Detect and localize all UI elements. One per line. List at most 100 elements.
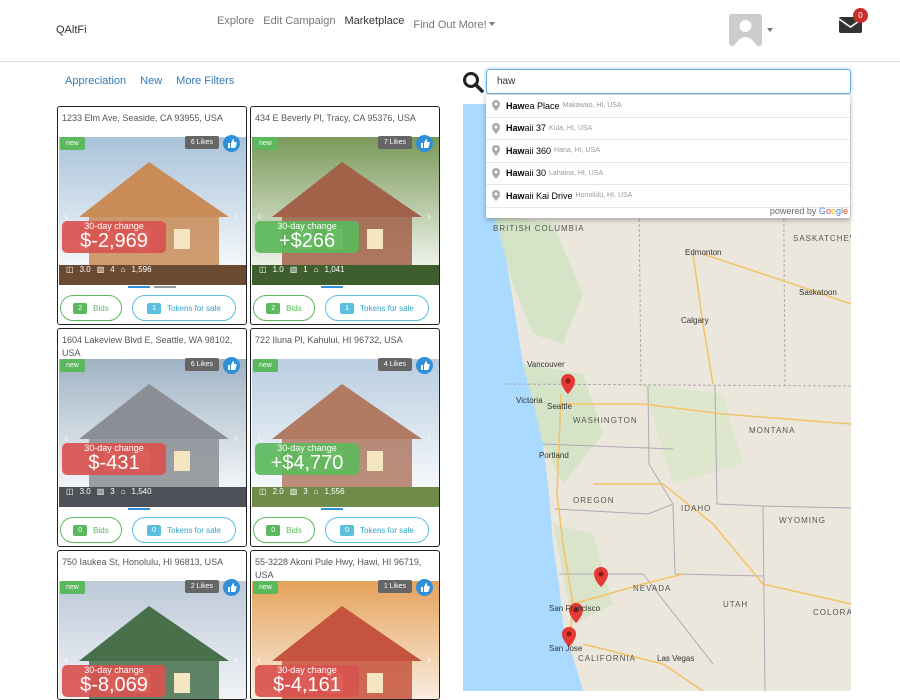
bids-button[interactable]: 2 Bids — [253, 295, 315, 321]
carousel-dot[interactable] — [128, 508, 150, 510]
thumbs-up-icon[interactable] — [223, 135, 240, 152]
map-pin-icon — [492, 100, 500, 112]
tokens-for-sale-button[interactable]: 1 Tokens for sale — [132, 295, 236, 321]
bids-count: 0 — [266, 524, 281, 536]
thumbs-up-icon[interactable] — [416, 357, 433, 374]
carousel-next-icon[interactable]: › — [426, 207, 431, 223]
filter-appreciation[interactable]: Appreciation — [65, 75, 126, 87]
listing-photo[interactable] — [252, 137, 439, 285]
tokens-count: 0 — [340, 524, 355, 536]
listing-photo[interactable] — [59, 359, 246, 507]
tokens-for-sale-button[interactable]: 1 Tokens for sale — [325, 295, 429, 321]
map-city-label: Vancouver — [527, 360, 565, 369]
autocomplete-item[interactable]: Hawaii Kai Drive Honolulu, HI, USA — [486, 185, 850, 208]
likes-count: 7 Likes — [377, 136, 412, 149]
brand-logo[interactable]: QAltFi — [56, 24, 87, 36]
avatar[interactable] — [729, 14, 762, 46]
listing-card[interactable]: 722 Iluna Pl, Kahului, HI 96732, USA ‹ ›… — [250, 328, 440, 547]
map-pin-icon — [492, 190, 500, 202]
price-change-box: 30-day change $-431 — [62, 443, 166, 475]
likes-count: 2 Likes — [184, 580, 219, 593]
listing-address[interactable]: 434 E Beverly Pl, Tracy, CA 95376, USA — [255, 112, 437, 125]
listing-card[interactable]: 1604 Lakeview Blvd E, Seattle, WA 98102,… — [57, 328, 247, 547]
nav-link-find-out-more[interactable]: Find Out More! — [413, 19, 486, 31]
listing-address[interactable]: 55-3228 Akoni Pule Hwy, Hawi, HI 96719, … — [255, 556, 437, 582]
new-badge: new — [60, 137, 85, 150]
nav-link-marketplace[interactable]: Marketplace — [344, 15, 404, 33]
user-menu[interactable] — [729, 14, 773, 46]
thumbs-up-icon[interactable] — [416, 579, 433, 596]
listing-address[interactable]: 1604 Lakeview Blvd E, Seattle, WA 98102,… — [62, 334, 244, 360]
bids-label: Bids — [93, 525, 109, 535]
carousel-indicators — [321, 286, 343, 288]
thumbs-up-icon[interactable] — [416, 135, 433, 152]
listing-card[interactable]: 1233 Elm Ave, Seaside, CA 93955, USA ‹ ›… — [57, 106, 247, 325]
baths-count: 1 — [303, 265, 308, 274]
listing-address[interactable]: 750 Iaukea St, Honolulu, HI 96813, USA — [62, 556, 244, 569]
thumbs-up-icon[interactable] — [223, 357, 240, 374]
bids-button[interactable]: 0 Bids — [60, 517, 122, 543]
carousel-dot[interactable] — [128, 286, 150, 288]
carousel-next-icon[interactable]: › — [233, 207, 238, 223]
carousel-dot[interactable] — [321, 508, 343, 510]
bids-button[interactable]: 2 Bids — [60, 295, 122, 321]
map-pin-icon — [492, 145, 500, 157]
autocomplete-secondary-text: Kula, HI, USA — [549, 124, 593, 132]
map-region-label: WYOMING — [779, 516, 826, 525]
bids-button[interactable]: 0 Bids — [253, 517, 315, 543]
filter-new[interactable]: New — [140, 75, 162, 87]
carousel-next-icon[interactable]: › — [426, 651, 431, 667]
listing-address[interactable]: 722 Iluna Pl, Kahului, HI 96732, USA — [255, 334, 437, 347]
likes-count: 6 Likes — [184, 358, 219, 371]
autocomplete-item[interactable]: Hawaii 30 Lahaina, HI, USA — [486, 163, 850, 185]
location-search-input[interactable] — [486, 69, 851, 94]
map-region-label: WASHINGTON — [573, 416, 638, 425]
likes-count: 4 Likes — [377, 358, 412, 371]
nav-link-find-out-more-wrap[interactable]: Find Out More! — [413, 15, 495, 33]
nav-link-explore[interactable]: Explore — [217, 15, 254, 33]
autocomplete-item[interactable]: Hawaii 37 Kula, HI, USA — [486, 118, 850, 140]
autocomplete-item[interactable]: Hawaii 360 Hana, HI, USA — [486, 140, 850, 163]
carousel-next-icon[interactable]: › — [233, 651, 238, 667]
tokens-for-sale-button[interactable]: 0 Tokens for sale — [325, 517, 429, 543]
new-badge: new — [253, 359, 278, 372]
tokens-for-sale-button[interactable]: 0 Tokens for sale — [132, 517, 236, 543]
likes-count: 6 Likes — [184, 136, 219, 149]
thumbs-up-icon[interactable] — [223, 579, 240, 596]
home-icon: ⌂ — [313, 265, 319, 274]
carousel-next-icon[interactable]: › — [426, 429, 431, 445]
beds-count: 3.0 — [79, 265, 91, 274]
map-region-label: CALIFORNIA — [578, 654, 637, 663]
user-silhouette-icon — [729, 14, 762, 46]
bath-icon: ▧ — [96, 265, 105, 274]
baths-count: 3 — [110, 487, 115, 496]
beds-count: 1.0 — [272, 265, 284, 274]
filter-more-filters[interactable]: More Filters — [176, 75, 234, 87]
new-badge: new — [60, 581, 85, 594]
listing-photo[interactable] — [59, 137, 246, 285]
listing-card[interactable]: 434 E Beverly Pl, Tracy, CA 95376, USA ‹… — [250, 106, 440, 325]
autocomplete-secondary-text: Hana, HI, USA — [554, 147, 600, 155]
autocomplete-item[interactable]: Hawea Place Makawao, HI, USA — [486, 95, 850, 118]
search-icon[interactable] — [462, 71, 484, 93]
home-icon: ⌂ — [120, 487, 126, 496]
autocomplete-secondary-text: Lahaina, HI, USA — [549, 169, 604, 177]
nav-link-edit-campaign[interactable]: Edit Campaign — [263, 15, 335, 33]
bids-count: 0 — [73, 524, 88, 536]
home-icon: ⌂ — [313, 487, 319, 496]
bids-label: Bids — [286, 303, 302, 313]
carousel-next-icon[interactable]: › — [233, 429, 238, 445]
listing-photo[interactable] — [252, 359, 439, 507]
autocomplete-main-text: Hawaii 37 — [506, 123, 547, 134]
listing-card[interactable]: 750 Iaukea St, Honolulu, HI 96813, USA ‹… — [57, 550, 247, 700]
carousel-dot[interactable] — [321, 286, 343, 288]
bed-icon: ◫ — [66, 487, 74, 496]
listing-card[interactable]: 55-3228 Akoni Pule Hwy, Hawi, HI 96719, … — [250, 550, 440, 700]
listing-address[interactable]: 1233 Elm Ave, Seaside, CA 93955, USA — [62, 112, 244, 125]
change-value: +$4,770 — [270, 452, 344, 474]
top-navbar: QAltFi Explore Edit Campaign Marketplace… — [0, 0, 900, 62]
change-value: $-431 — [88, 452, 140, 474]
map-city-label: Edmonton — [685, 248, 722, 257]
message-count-badge: 0 — [853, 8, 868, 23]
carousel-dot[interactable] — [154, 286, 176, 288]
